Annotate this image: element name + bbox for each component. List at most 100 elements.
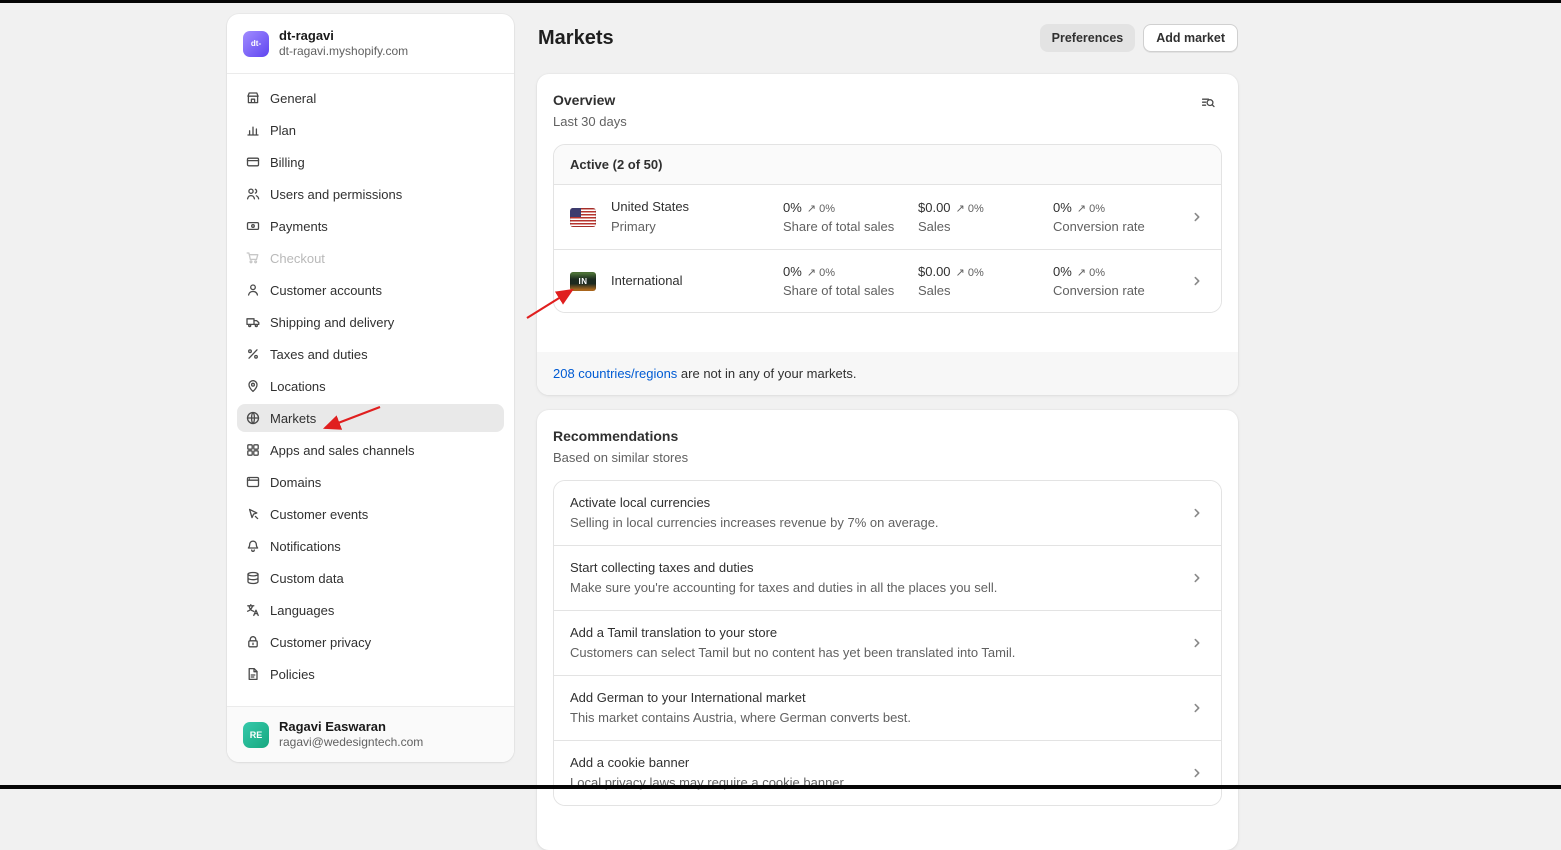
- user-avatar: RE: [243, 722, 269, 748]
- sidebar-item-customer-accounts[interactable]: Customer accounts: [237, 276, 504, 304]
- person-icon: [245, 282, 261, 298]
- sidebar-item-label: Notifications: [270, 539, 341, 554]
- bell-icon: [245, 538, 261, 554]
- sidebar-item-general[interactable]: General: [237, 84, 504, 112]
- recommendations-list: Activate local currenciesSelling in loca…: [553, 480, 1222, 806]
- recommendation-description: Customers can select Tamil but no conten…: [570, 643, 1189, 663]
- user-name: Ragavi Easwaran: [279, 719, 423, 735]
- chart-icon: [245, 122, 261, 138]
- us-flag-icon: [570, 208, 596, 227]
- search-markets-button[interactable]: [1194, 90, 1222, 118]
- recommendation-text: Add a Tamil translation to your storeCus…: [570, 623, 1189, 663]
- stat-value: $0.00: [918, 198, 951, 218]
- active-markets-header: Active (2 of 50): [554, 145, 1221, 185]
- active-markets-box: Active (2 of 50) United StatesPrimary0%↗…: [553, 144, 1222, 313]
- sidebar-item-shipping-and-delivery[interactable]: Shipping and delivery: [237, 308, 504, 336]
- trend-up-indicator: ↗ 0%: [956, 202, 984, 215]
- sidebar-item-taxes-and-duties[interactable]: Taxes and duties: [237, 340, 504, 368]
- market-stat: 0%↗ 0%Share of total sales: [783, 198, 918, 236]
- market-row[interactable]: INInternational0%↗ 0%Share of total sale…: [554, 250, 1221, 312]
- sidebar-item-apps-and-sales-channels[interactable]: Apps and sales channels: [237, 436, 504, 464]
- stat-label: Conversion rate: [1053, 282, 1188, 300]
- countries-regions-link[interactable]: 208 countries/regions: [553, 366, 677, 381]
- page-title: Markets: [538, 27, 614, 50]
- stat-label: Share of total sales: [783, 282, 918, 300]
- sidebar-item-label: Customer privacy: [270, 635, 371, 650]
- sidebar-item-billing[interactable]: Billing: [237, 148, 504, 176]
- sidebar-item-policies[interactable]: Policies: [237, 660, 504, 688]
- store-icon: [245, 90, 261, 106]
- preferences-button[interactable]: Preferences: [1040, 24, 1136, 52]
- recommendations-card: Recommendations Based on similar stores …: [537, 410, 1238, 850]
- chevron-right-icon: [1189, 209, 1205, 225]
- add-market-button[interactable]: Add market: [1143, 24, 1238, 52]
- trend-up-indicator: ↗ 0%: [1077, 202, 1105, 215]
- sidebar-item-customer-events[interactable]: Customer events: [237, 500, 504, 528]
- stat-value: 0%: [1053, 262, 1072, 282]
- window-chrome-top: [0, 0, 1561, 3]
- sidebar-item-plan[interactable]: Plan: [237, 116, 504, 144]
- page-header: Markets Preferences Add market: [538, 24, 1238, 52]
- overview-title: Overview: [553, 90, 627, 110]
- sidebar-item-custom-data[interactable]: Custom data: [237, 564, 504, 592]
- sidebar-item-label: Apps and sales channels: [270, 443, 415, 458]
- sidebar-item-domains[interactable]: Domains: [237, 468, 504, 496]
- market-stat: 0%↗ 0%Conversion rate: [1053, 198, 1188, 236]
- overview-titles: Overview Last 30 days: [553, 90, 627, 132]
- active-markets-list: United StatesPrimary0%↗ 0%Share of total…: [554, 185, 1221, 312]
- trend-up-indicator: ↗ 0%: [807, 266, 835, 279]
- recommendation-item[interactable]: Add a cookie bannerLocal privacy laws ma…: [554, 741, 1221, 805]
- window-icon: [245, 474, 261, 490]
- stat-label: Share of total sales: [783, 218, 918, 236]
- market-subtitle: Primary: [611, 217, 783, 237]
- sidebar-item-label: Languages: [270, 603, 334, 618]
- sidebar-item-users-and-permissions[interactable]: Users and permissions: [237, 180, 504, 208]
- recommendation-item[interactable]: Add German to your International marketT…: [554, 676, 1221, 741]
- market-name-col: International: [611, 271, 783, 291]
- sidebar-item-label: Customer events: [270, 507, 368, 522]
- database-icon: [245, 570, 261, 586]
- sidebar-item-payments[interactable]: Payments: [237, 212, 504, 240]
- recommendation-text: Start collecting taxes and dutiesMake su…: [570, 558, 1189, 598]
- sidebar-item-label: Billing: [270, 155, 305, 170]
- stat-value: 0%: [783, 198, 802, 218]
- overview-card: Overview Last 30 days Active (2 of 50) U…: [537, 74, 1238, 395]
- user-footer[interactable]: RE Ragavi Easwaran ragavi@wedesigntech.c…: [227, 706, 514, 762]
- sidebar-item-locations[interactable]: Locations: [237, 372, 504, 400]
- grid-icon: [245, 442, 261, 458]
- sidebar-item-notifications[interactable]: Notifications: [237, 532, 504, 560]
- chevron-right-icon: [1189, 765, 1205, 781]
- sidebar-item-label: Payments: [270, 219, 328, 234]
- market-row[interactable]: United StatesPrimary0%↗ 0%Share of total…: [554, 185, 1221, 250]
- translate-icon: [245, 602, 261, 618]
- market-stat: 0%↗ 0%Share of total sales: [783, 262, 918, 300]
- recommendations-card-head: Recommendations Based on similar stores: [553, 426, 1222, 468]
- sidebar-item-customer-privacy[interactable]: Customer privacy: [237, 628, 504, 656]
- sidebar-item-markets[interactable]: Markets: [237, 404, 504, 432]
- store-domain: dt-ragavi.myshopify.com: [279, 44, 408, 59]
- recommendation-item[interactable]: Start collecting taxes and dutiesMake su…: [554, 546, 1221, 611]
- recommendation-description: Make sure you're accounting for taxes an…: [570, 578, 1189, 598]
- recommendation-title: Add a cookie banner: [570, 753, 1189, 773]
- document-icon: [245, 666, 261, 682]
- recommendation-title: Add German to your International market: [570, 688, 1189, 708]
- trend-up-indicator: ↗ 0%: [1077, 266, 1105, 279]
- cart-icon: [245, 250, 261, 266]
- payments-icon: [245, 218, 261, 234]
- overview-footer-text: are not in any of your markets.: [677, 366, 856, 381]
- cursor-icon: [245, 506, 261, 522]
- recommendation-item[interactable]: Add a Tamil translation to your storeCus…: [554, 611, 1221, 676]
- store-header[interactable]: dt- dt-ragavi dt-ragavi.myshopify.com: [227, 14, 514, 74]
- store-avatar: dt-: [243, 31, 269, 57]
- recommendation-item[interactable]: Activate local currenciesSelling in loca…: [554, 481, 1221, 546]
- truck-icon: [245, 314, 261, 330]
- sidebar-item-label: Shipping and delivery: [270, 315, 394, 330]
- sidebar-item-languages[interactable]: Languages: [237, 596, 504, 624]
- search-icon: [1200, 95, 1216, 114]
- chevron-right-icon: [1189, 505, 1205, 521]
- sidebar-item-label: General: [270, 91, 316, 106]
- chevron-right-icon: [1189, 570, 1205, 586]
- store-name: dt-ragavi: [279, 28, 408, 44]
- market-stat: $0.00↗ 0%Sales: [918, 198, 1053, 236]
- sidebar-item-label: Locations: [270, 379, 326, 394]
